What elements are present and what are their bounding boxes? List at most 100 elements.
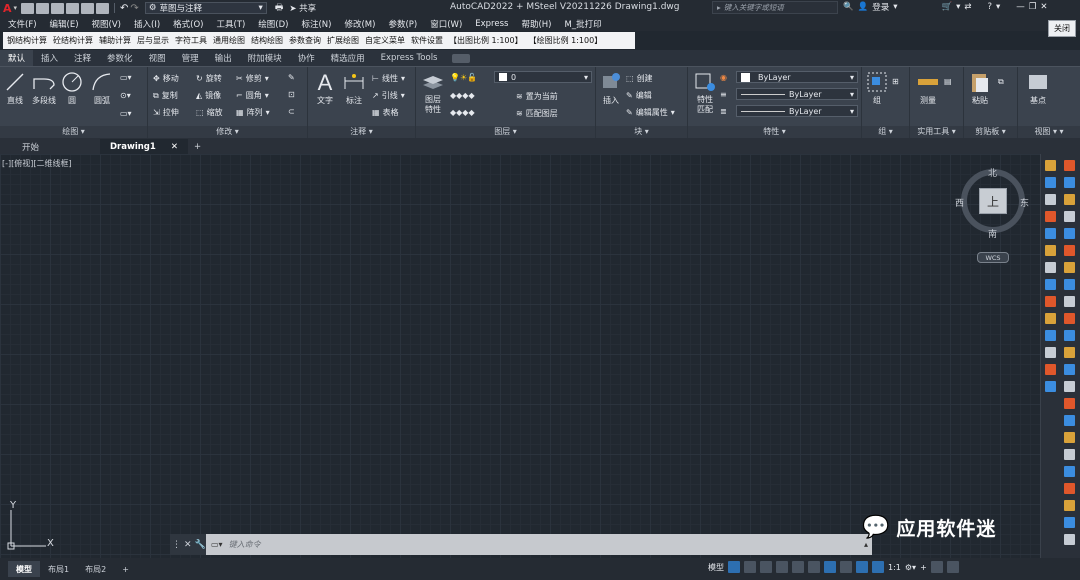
login-button[interactable]: 登录 (872, 1, 889, 13)
match-layer-button[interactable]: ≋ 匹配图层 (516, 108, 558, 119)
copy-button[interactable]: ⧉ 复制 (153, 90, 178, 101)
layout-tab-model[interactable]: 模型 (8, 561, 40, 577)
share-button[interactable]: ➤ 共享 (289, 2, 316, 14)
menu-insert[interactable]: 插入(I) (134, 18, 160, 30)
palette-tool-b-1[interactable] (1064, 160, 1075, 171)
palette-tool-a-10[interactable] (1045, 313, 1056, 324)
ortho-toggle[interactable] (760, 561, 772, 573)
palette-tool-b-5[interactable] (1064, 228, 1075, 239)
palette-tool-a-1[interactable] (1045, 160, 1056, 171)
palette-tool-a-9[interactable] (1045, 296, 1056, 307)
new-file-icon[interactable] (21, 2, 35, 14)
tab-output[interactable]: 输出 (207, 50, 240, 66)
arc-button[interactable]: 圆弧 (90, 71, 114, 106)
palette-tool-b-18[interactable] (1064, 449, 1075, 460)
msteel-output-scale[interactable]: 【出图比例 1:100】 (449, 35, 523, 46)
tab-annotate[interactable]: 注释 (66, 50, 99, 66)
polar-toggle[interactable] (776, 561, 788, 573)
cart-icon[interactable]: 🛒 (941, 2, 952, 12)
linear-button[interactable]: ⊢ 线性 ▾ (372, 73, 405, 84)
palette-tool-b-19[interactable] (1064, 466, 1075, 477)
palette-tool-a-4[interactable] (1045, 211, 1056, 222)
leader-button[interactable]: ↗ 引线 ▾ (372, 90, 405, 101)
menu-modify[interactable]: 修改(M) (344, 18, 375, 30)
copy-clip-icon[interactable]: ⧉ (998, 77, 1004, 87)
rotate-button[interactable]: ↻ 旋转 (196, 73, 222, 84)
layer-state-icons[interactable]: 💡☀🔓 (450, 73, 477, 82)
redo-icon[interactable]: ↷ (130, 3, 138, 14)
palette-tool-a-6[interactable] (1045, 245, 1056, 256)
isolate-objects-toggle[interactable] (930, 561, 943, 573)
table-button[interactable]: ▦ 表格 (372, 107, 399, 118)
menu-batch-plot[interactable]: M_批打印 (565, 18, 602, 30)
palette-tool-b-12[interactable] (1064, 347, 1075, 358)
ribbon-minimize-toggle[interactable] (451, 53, 470, 63)
menu-format[interactable]: 格式(O) (173, 18, 203, 30)
color-wheel-icon[interactable]: ◉ (720, 73, 727, 82)
rectangle-icon[interactable]: ▭▾ (120, 73, 132, 82)
palette-tool-a-5[interactable] (1045, 228, 1056, 239)
tab-addins[interactable]: 附加模块 (240, 50, 290, 66)
msteel-param-query[interactable]: 参数查询 (289, 35, 321, 46)
create-block-button[interactable]: ⬚ 创建 (626, 73, 653, 84)
line-button[interactable]: 直线 (4, 71, 26, 106)
command-expand-icon[interactable]: ▴ (864, 540, 868, 549)
compass-east[interactable]: 东 (1020, 196, 1029, 209)
group-tools-icon[interactable]: ⊞ (892, 77, 899, 86)
minimize-icon[interactable]: — (1016, 2, 1025, 12)
command-wrench-icon[interactable]: 🔧 (195, 540, 206, 550)
palette-tool-b-16[interactable] (1064, 415, 1075, 426)
wcs-menu[interactable]: WCS (977, 252, 1009, 263)
annotation-visibility-toggle[interactable] (856, 561, 868, 573)
palette-tool-b-7[interactable] (1064, 262, 1075, 273)
palette-tool-a-2[interactable] (1045, 177, 1056, 188)
palette-tool-b-21[interactable] (1064, 500, 1075, 511)
layer-properties-button[interactable]: 图层 特性 (421, 71, 445, 115)
osnap-tracking-toggle[interactable] (808, 561, 820, 573)
app-menu-chevron-icon[interactable]: ▾ (14, 4, 18, 12)
menu-window[interactable]: 窗口(W) (430, 18, 462, 30)
scale-button[interactable]: ⬚ 缩放 (196, 107, 223, 118)
annotation-scale[interactable]: 1:1 (888, 563, 901, 572)
command-close-icon[interactable]: ✕ (184, 540, 192, 550)
search-input[interactable]: ▸ 键入关键字或短语 (712, 1, 838, 14)
model-space-button[interactable]: 模型 (708, 562, 724, 573)
msteel-struct-draw[interactable]: 结构绘图 (251, 35, 283, 46)
msteel-ext-draw[interactable]: 扩展绘图 (327, 35, 359, 46)
palette-tool-b-13[interactable] (1064, 364, 1075, 375)
osnap-toggle[interactable] (824, 561, 836, 573)
msteel-layer-display[interactable]: 层与显示 (137, 35, 169, 46)
palette-tool-b-8[interactable] (1064, 279, 1075, 290)
msteel-aux-calc[interactable]: 辅助计算 (99, 35, 131, 46)
base-button[interactable]: 基点 (1026, 71, 1050, 106)
msteel-concrete-calc[interactable]: 砼结构计算 (53, 35, 93, 46)
tab-insert[interactable]: 插入 (33, 50, 66, 66)
tab-manage[interactable]: 管理 (174, 50, 207, 66)
palette-tool-b-3[interactable] (1064, 194, 1075, 205)
user-icon[interactable]: 👤 (858, 2, 869, 12)
msteel-general-draw[interactable]: 通用绘图 (213, 35, 245, 46)
palette-tool-b-14[interactable] (1064, 381, 1075, 392)
measure-button[interactable]: 测量 (916, 71, 940, 106)
tab-home[interactable]: 默认 (0, 50, 34, 66)
palette-tool-a-14[interactable] (1045, 381, 1056, 392)
command-history-icon[interactable]: ▭▾ (211, 540, 223, 549)
plot-icon[interactable]: 🖶 (275, 0, 284, 16)
restore-icon[interactable]: ❐ (1029, 2, 1037, 12)
drawing-area[interactable]: [-][俯视][二维线框] 上 北 南 西 东 WCS Y X ⋮ ✕ 🔧 ▭▾… (0, 154, 1040, 558)
palette-tool-b-2[interactable] (1064, 177, 1075, 188)
plus-icon[interactable]: + (920, 563, 927, 572)
edit-attributes-button[interactable]: ✎ 编辑属性 ▾ (626, 107, 675, 118)
mirror-button[interactable]: ◭ 镜像 (196, 90, 221, 101)
text-button[interactable]: A 文字 (314, 71, 336, 106)
palette-tool-b-17[interactable] (1064, 432, 1075, 443)
palette-tool-b-9[interactable] (1064, 296, 1075, 307)
palette-tool-b-6[interactable] (1064, 245, 1075, 256)
palette-tool-b-10[interactable] (1064, 313, 1075, 324)
msteel-text-tools[interactable]: 字符工具 (175, 35, 207, 46)
command-grip-icon[interactable]: ⋮ (172, 540, 181, 550)
palette-tool-a-3[interactable] (1045, 194, 1056, 205)
stretch-button[interactable]: ⇲ 拉伸 (153, 107, 179, 118)
command-input[interactable]: ▭▾ 键入命令 ▴ (206, 534, 872, 555)
dimension-button[interactable]: 标注 (342, 71, 366, 106)
